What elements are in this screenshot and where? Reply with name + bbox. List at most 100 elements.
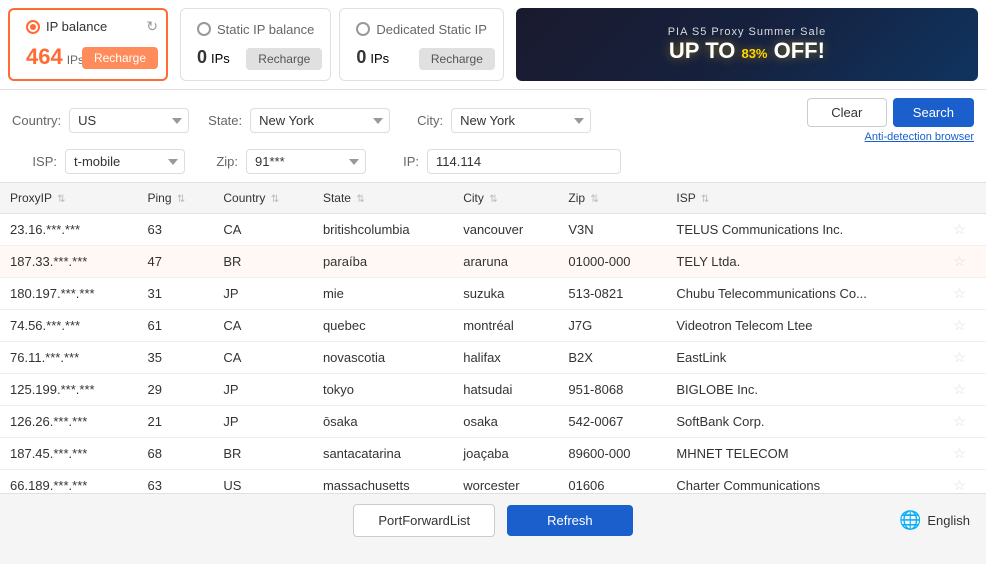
language-selector[interactable]: 🌐 English xyxy=(899,510,970,531)
isp-sort-icon: ⇅ xyxy=(701,194,709,205)
ip-balance-radio[interactable]: IP balance xyxy=(26,19,150,34)
search-button[interactable]: Search xyxy=(893,98,974,127)
footer: PortForwardList Refresh 🌐 English xyxy=(0,493,986,547)
static-ip-balance-radio[interactable]: Static IP balance xyxy=(197,22,314,37)
cell-city: osaka xyxy=(453,406,558,438)
ip-label: IP: xyxy=(374,154,419,169)
ip-balance-recharge-button[interactable]: Recharge xyxy=(82,47,158,69)
col-ping[interactable]: Ping ⇅ xyxy=(137,183,213,214)
cell-country: CA xyxy=(213,310,313,342)
ip-balance-card: IP balance 464 IPs ↻ Recharge xyxy=(8,8,168,81)
dedicated-ip-recharge-button[interactable]: Recharge xyxy=(419,48,495,70)
table-row: 23.16.***.*** 63 CA britishcolumbia vanc… xyxy=(0,214,986,246)
table-row: 187.45.***.*** 68 BR santacatarina joaça… xyxy=(0,438,986,470)
filter-row-2: ISP: t-mobile Zip: 91*** IP: xyxy=(12,149,974,174)
ip-balance-radio-dot xyxy=(26,20,40,34)
cell-proxyip: 187.45.***.*** xyxy=(0,438,137,470)
col-state[interactable]: State ⇅ xyxy=(313,183,453,214)
cell-city: montréal xyxy=(453,310,558,342)
ad-banner[interactable]: PIA S5 Proxy Summer Sale UP TO 83% OFF! xyxy=(516,8,978,81)
cell-isp: MHNET TELECOM xyxy=(666,438,943,470)
star-icon[interactable]: ☆ xyxy=(953,221,966,237)
cell-city: joaçaba xyxy=(453,438,558,470)
cell-country: US xyxy=(213,470,313,494)
star-icon[interactable]: ☆ xyxy=(953,317,966,333)
cell-star[interactable]: ☆ xyxy=(943,246,986,278)
cell-star[interactable]: ☆ xyxy=(943,438,986,470)
cell-star[interactable]: ☆ xyxy=(943,278,986,310)
isp-select[interactable]: t-mobile xyxy=(65,149,185,174)
cell-country: JP xyxy=(213,374,313,406)
cell-zip: 01000-000 xyxy=(558,246,666,278)
country-select[interactable]: US xyxy=(69,108,189,133)
cell-city: vancouver xyxy=(453,214,558,246)
col-country[interactable]: Country ⇅ xyxy=(213,183,313,214)
header: IP balance 464 IPs ↻ Recharge Static IP … xyxy=(0,0,986,90)
language-label: English xyxy=(927,513,970,528)
cell-zip: J7G xyxy=(558,310,666,342)
cell-country: CA xyxy=(213,214,313,246)
star-icon[interactable]: ☆ xyxy=(953,445,966,461)
col-proxyip[interactable]: ProxyIP ⇅ xyxy=(0,183,137,214)
cell-city: suzuka xyxy=(453,278,558,310)
cell-isp: EastLink xyxy=(666,342,943,374)
cell-proxyip: 76.11.***.*** xyxy=(0,342,137,374)
portforward-button[interactable]: PortForwardList xyxy=(353,504,495,537)
col-zip[interactable]: Zip ⇅ xyxy=(558,183,666,214)
cell-isp: Chubu Telecommunications Co... xyxy=(666,278,943,310)
cell-star[interactable]: ☆ xyxy=(943,374,986,406)
cell-star[interactable]: ☆ xyxy=(943,214,986,246)
cell-city: halifax xyxy=(453,342,558,374)
cell-zip: 89600-000 xyxy=(558,438,666,470)
star-icon[interactable]: ☆ xyxy=(953,381,966,397)
star-icon[interactable]: ☆ xyxy=(953,413,966,429)
table-row: 74.56.***.*** 61 CA quebec montréal J7G … xyxy=(0,310,986,342)
cell-country: CA xyxy=(213,342,313,374)
proxy-table: ProxyIP ⇅ Ping ⇅ Country ⇅ State ⇅ City … xyxy=(0,183,986,493)
table-row: 125.199.***.*** 29 JP tokyo hatsudai 951… xyxy=(0,374,986,406)
cell-ping: 21 xyxy=(137,406,213,438)
cell-isp: TELY Ltda. xyxy=(666,246,943,278)
state-label: State: xyxy=(197,113,242,128)
cell-state: mie xyxy=(313,278,453,310)
zip-sort-icon: ⇅ xyxy=(590,194,598,205)
cell-isp: TELUS Communications Inc. xyxy=(666,214,943,246)
anti-detection-link[interactable]: Anti-detection browser xyxy=(865,131,974,143)
dedicated-ip-unit: IPs xyxy=(370,51,389,66)
cell-star[interactable]: ☆ xyxy=(943,470,986,494)
static-ip-balance-label: Static IP balance xyxy=(217,22,314,37)
ip-balance-label: IP balance xyxy=(46,19,107,34)
zip-select[interactable]: 91*** xyxy=(246,149,366,174)
star-icon[interactable]: ☆ xyxy=(953,285,966,301)
col-isp[interactable]: ISP ⇅ xyxy=(666,183,943,214)
clear-button[interactable]: Clear xyxy=(807,98,887,127)
cell-proxyip: 125.199.***.*** xyxy=(0,374,137,406)
col-city[interactable]: City ⇅ xyxy=(453,183,558,214)
ip-balance-count: 464 xyxy=(26,44,63,70)
filter-row-1: Country: US State: New York City: New Yo… xyxy=(12,98,974,143)
static-ip-count: 0 xyxy=(197,47,207,68)
globe-icon: 🌐 xyxy=(899,510,921,531)
star-icon[interactable]: ☆ xyxy=(953,349,966,365)
dedicated-ip-radio[interactable]: Dedicated Static IP xyxy=(356,22,487,37)
cell-zip: V3N xyxy=(558,214,666,246)
cell-star[interactable]: ☆ xyxy=(943,342,986,374)
cell-star[interactable]: ☆ xyxy=(943,310,986,342)
static-ip-recharge-button[interactable]: Recharge xyxy=(246,48,322,70)
dedicated-ip-label: Dedicated Static IP xyxy=(376,22,487,37)
cell-state: ōsaka xyxy=(313,406,453,438)
cell-star[interactable]: ☆ xyxy=(943,406,986,438)
star-icon[interactable]: ☆ xyxy=(953,253,966,269)
refresh-button[interactable]: Refresh xyxy=(507,505,633,536)
cell-ping: 35 xyxy=(137,342,213,374)
table-row: 180.197.***.*** 31 JP mie suzuka 513-082… xyxy=(0,278,986,310)
city-select[interactable]: New York xyxy=(451,108,591,133)
table-body: 23.16.***.*** 63 CA britishcolumbia vanc… xyxy=(0,214,986,494)
star-icon[interactable]: ☆ xyxy=(953,477,966,493)
state-select[interactable]: New York xyxy=(250,108,390,133)
ad-main-text: UP TO 83% OFF! xyxy=(668,38,827,64)
ip-input[interactable] xyxy=(427,149,621,174)
cell-proxyip: 187.33.***.*** xyxy=(0,246,137,278)
ip-balance-refresh-icon[interactable]: ↻ xyxy=(146,18,158,35)
cell-ping: 31 xyxy=(137,278,213,310)
